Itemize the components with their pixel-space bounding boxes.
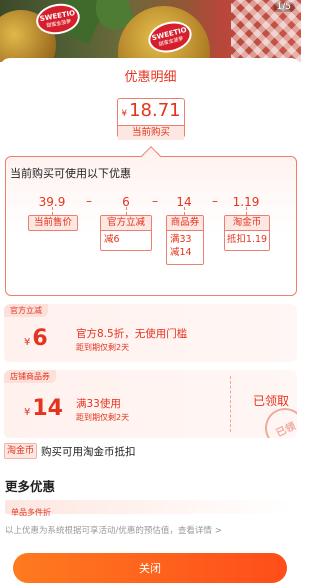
card-divider bbox=[230, 376, 231, 432]
connector-line bbox=[52, 207, 53, 215]
sheet-title: 优惠明细 bbox=[124, 70, 177, 85]
pointer-notch bbox=[141, 146, 161, 166]
connector-line bbox=[246, 207, 247, 215]
official-discount-desc: 官方8.5折，无使用门槛 bbox=[76, 328, 188, 340]
current-price-caption: 当前购买 bbox=[118, 125, 184, 140]
chip-store-coupon: 商品券 满33 减14 bbox=[166, 215, 204, 265]
discount-detail-sheet: 优惠明细 ¥18.71 当前购买 当前购买可使用以下优惠 39.9 – 6 – … bbox=[0, 58, 301, 586]
chip-head: 商品券 bbox=[167, 216, 203, 231]
chip-head: 官方立减 bbox=[101, 216, 151, 231]
more-discounts-title: 更多优惠 bbox=[5, 479, 56, 494]
discount-breakdown: 当前购买可使用以下优惠 39.9 – 6 – 14 – 1.19 当前售价 官方… bbox=[5, 146, 297, 296]
official-discount-card[interactable]: 官方立减 ¥6 官方8.5折，无使用门槛 距到期仅剩2天 bbox=[4, 304, 297, 362]
connector-line bbox=[126, 207, 127, 215]
chip-official-discount: 官方立减 减6 bbox=[100, 215, 152, 251]
store-coupon-expiry: 距到期仅剩2天 bbox=[76, 413, 130, 422]
current-price: ¥18.71 bbox=[121, 100, 181, 121]
chip-line: 抵扣1.19 bbox=[226, 234, 268, 245]
chip-line: 满33 bbox=[170, 234, 192, 245]
product-photo[interactable]: SWEETIO 甜蜜金菠萝 SWEETIO 甜蜜金菠萝 1/5 bbox=[0, 0, 301, 62]
minus-sign: – bbox=[86, 194, 92, 208]
claimed-status: 已领取 bbox=[252, 394, 289, 408]
chip-coin-discount: 淘金币 抵扣1.19 bbox=[224, 215, 270, 251]
image-counter: 1/5 bbox=[272, 2, 295, 12]
chip-line: 减6 bbox=[104, 234, 120, 245]
multi-piece-label: 单品多件折 bbox=[11, 508, 51, 517]
breakdown-title: 当前购买可使用以下优惠 bbox=[10, 167, 131, 180]
store-coupon-card[interactable]: 店铺商品券 ¥14 满33使用 距到期仅剩2天 已领取 已领 bbox=[4, 370, 297, 438]
chip-head: 淘金币 bbox=[225, 216, 269, 231]
store-coupon-amount: ¥14 bbox=[24, 396, 63, 421]
chevron-right-icon: > bbox=[214, 526, 222, 536]
connector-line bbox=[184, 207, 185, 215]
taojin-text: 购买可用淘金币抵扣 bbox=[41, 445, 136, 458]
estimate-footnote[interactable]: 以上优惠为系统根据可享活动/优惠的预估值，查看详情 > bbox=[5, 524, 222, 536]
official-discount-expiry: 距到期仅剩2天 bbox=[76, 343, 130, 352]
minus-sign: – bbox=[152, 194, 158, 208]
footnote-text: 以上优惠为系统根据可享活动/优惠的预估值，查看详情 bbox=[5, 526, 212, 536]
multi-piece-discount-tag[interactable]: 单品多件折 bbox=[5, 500, 295, 517]
official-discount-amount: ¥6 bbox=[24, 326, 48, 351]
close-button[interactable]: 关闭 bbox=[13, 553, 287, 583]
store-coupon-desc: 满33使用 bbox=[76, 398, 121, 410]
current-price-box: ¥18.71 当前购买 bbox=[117, 98, 185, 140]
minus-sign: – bbox=[212, 194, 218, 208]
chip-line: 减14 bbox=[170, 247, 192, 258]
taojin-badge: 淘金币 bbox=[4, 443, 38, 459]
card-tag: 店铺商品券 bbox=[4, 370, 56, 383]
taojin-coin-row: 淘金币 购买可用淘金币抵扣 bbox=[4, 442, 136, 460]
card-tag: 官方立减 bbox=[4, 304, 48, 317]
chip-sale-price: 当前售价 bbox=[28, 215, 78, 231]
